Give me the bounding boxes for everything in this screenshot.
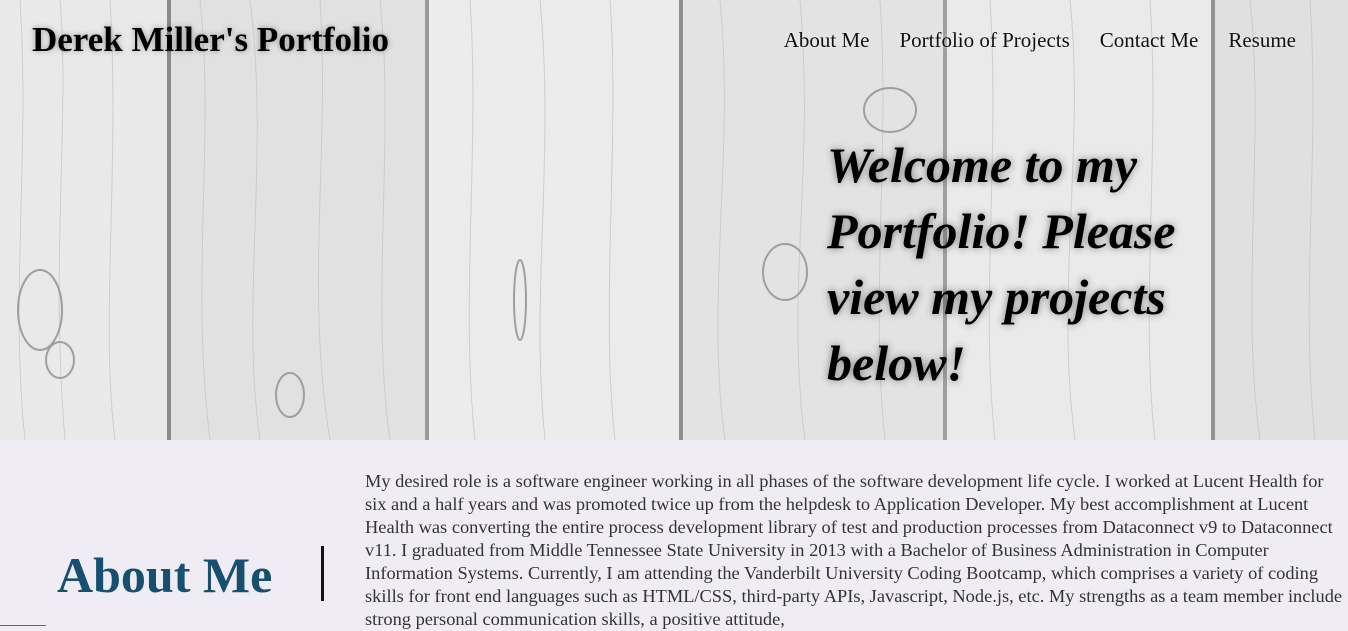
site-title: Derek Miller's Portfolio <box>32 20 390 59</box>
nav-about-me[interactable]: About Me <box>784 28 870 53</box>
hero-banner: Derek Miller's Portfolio About Me Portfo… <box>0 0 1348 440</box>
nav-portfolio-of-projects[interactable]: Portfolio of Projects <box>899 28 1069 53</box>
section-divider <box>321 546 324 601</box>
nav-contact-me[interactable]: Contact Me <box>1100 28 1199 53</box>
about-section: About Me My desired role is a software e… <box>0 440 1348 629</box>
welcome-message: Welcome to my Portfolio! Please view my … <box>827 137 1176 391</box>
nav-resume[interactable]: Resume <box>1228 28 1296 53</box>
about-heading: About Me <box>57 547 273 603</box>
main-nav: About Me Portfolio of Projects Contact M… <box>784 28 1296 53</box>
about-text: My desired role is a software engineer w… <box>365 471 1343 629</box>
